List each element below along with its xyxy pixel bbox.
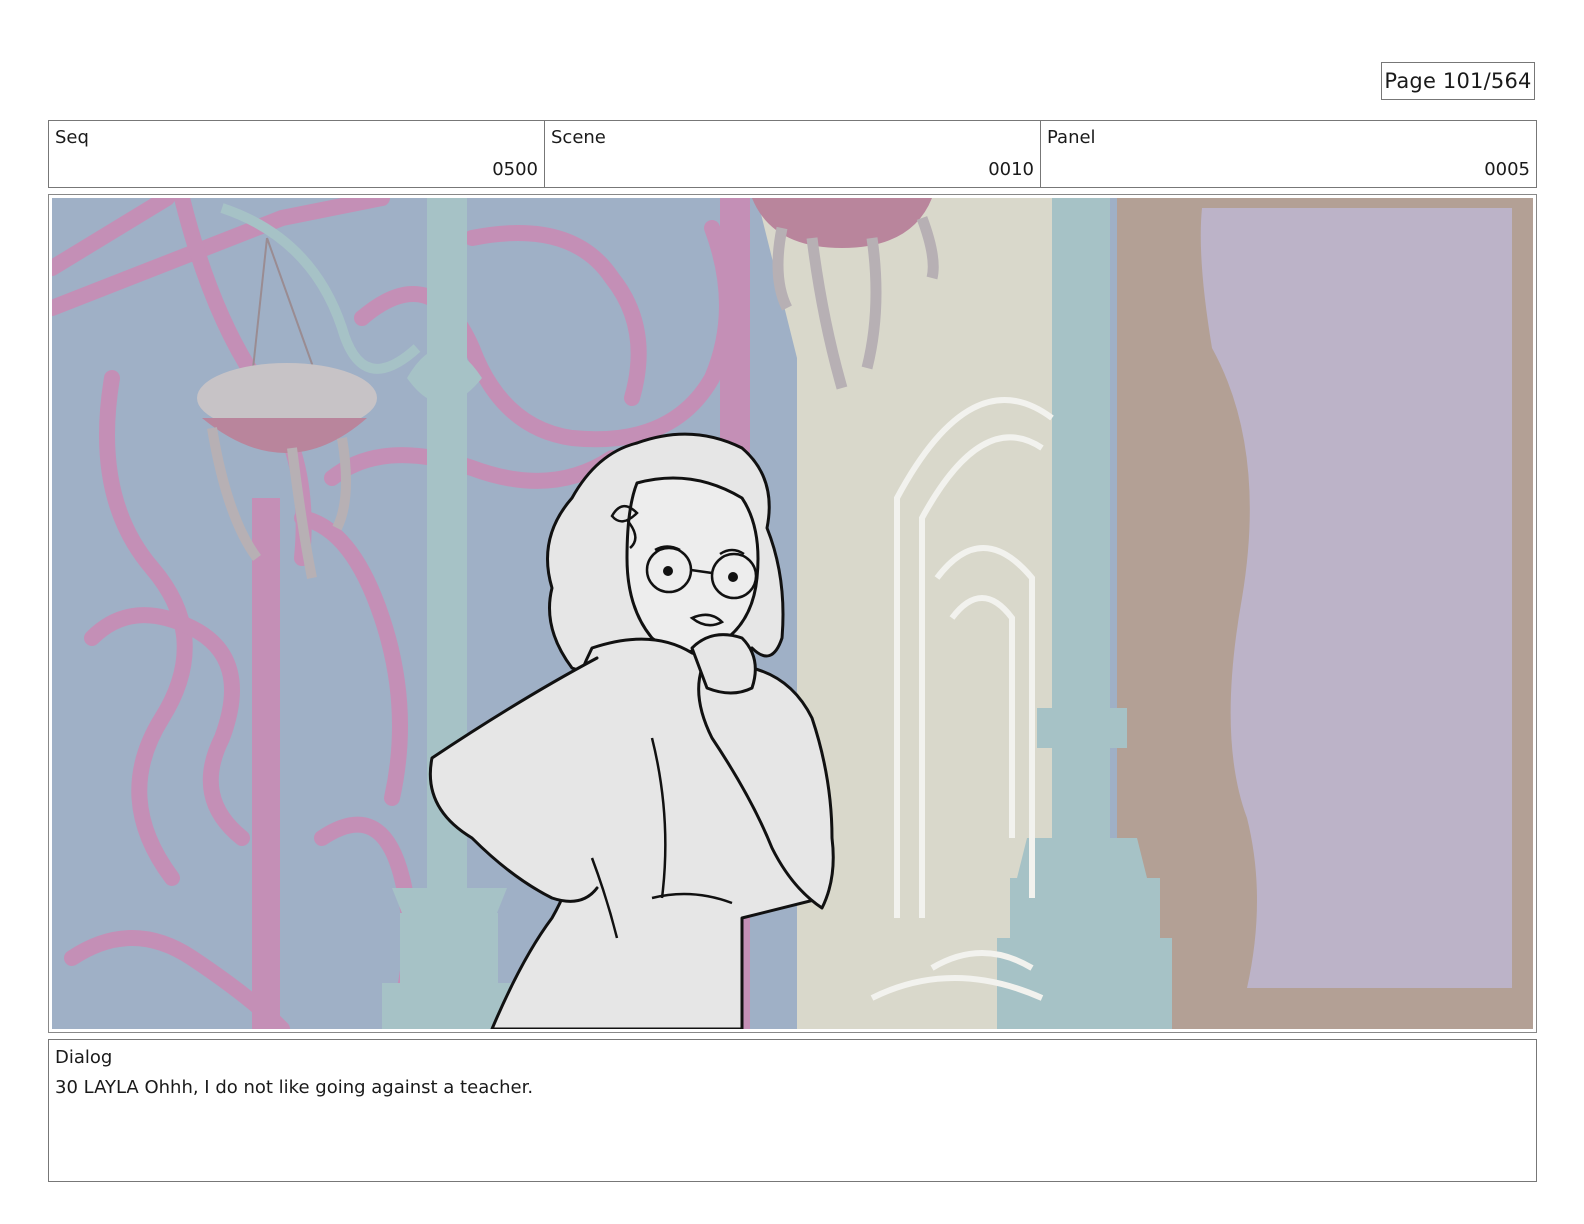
seq-cell: Seq 0500 (49, 121, 545, 187)
dialog-label: Dialog (55, 1047, 113, 1068)
storyboard-image (52, 198, 1533, 1029)
dialog-box: Dialog 30 LAYLA Ohhh, I do not like goin… (48, 1039, 1537, 1182)
dialog-text: 30 LAYLA Ohhh, I do not like going again… (55, 1077, 534, 1098)
panel-value: 0005 (1484, 159, 1530, 180)
seq-label: Seq (55, 127, 89, 148)
storyboard-panel (48, 194, 1537, 1033)
panel-cell: Panel 0005 (1041, 121, 1536, 187)
panel-label: Panel (1047, 127, 1096, 148)
panel-header: Seq 0500 Scene 0010 Panel 0005 (48, 120, 1537, 188)
page-number: Page 101/564 (1381, 62, 1535, 100)
scene-value: 0010 (988, 159, 1034, 180)
pink-post (252, 498, 280, 1029)
scene-cell: Scene 0010 (545, 121, 1041, 187)
seq-value: 0500 (492, 159, 538, 180)
scene-label: Scene (551, 127, 606, 148)
